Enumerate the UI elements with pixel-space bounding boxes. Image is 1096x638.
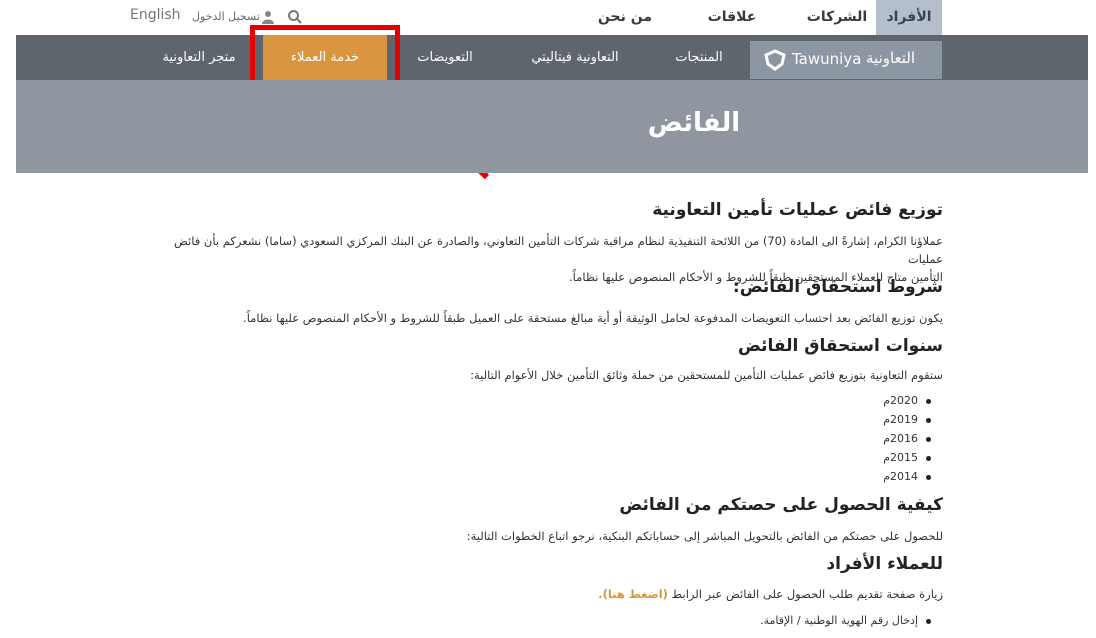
click-here-link[interactable]: (اضغط هنا). — [598, 587, 668, 601]
segment-companies[interactable]: الشركات — [806, 0, 868, 35]
list-item-year: 2020م — [883, 394, 931, 407]
nav-products[interactable]: المنتجات — [660, 35, 738, 80]
list-item-year: 2014م — [883, 470, 931, 483]
paragraph-request-link: زيارة صفحة تقديم طلب الحصول على الفائض ع… — [140, 585, 943, 603]
hero-banner: الفائض — [16, 80, 1088, 173]
list-item-year: 2016م — [883, 432, 931, 445]
heading-eligible-years: سنوات استحقاق الفائض — [737, 336, 943, 356]
paragraph-intro-line-1: عملاؤنا الكرام، إشارةً الى المادة (70) م… — [173, 234, 943, 266]
heading-individual-customers: للعملاء الأفراد — [826, 554, 943, 574]
login-link[interactable]: تسجيل الدخول — [192, 10, 260, 23]
segment-about-us[interactable]: من نحن — [592, 0, 658, 35]
nav-vitality[interactable]: التعاونية فيتاليتي — [517, 35, 633, 80]
list-item-year: 2015م — [883, 451, 931, 464]
segment-individuals[interactable]: الأفراد — [876, 0, 942, 35]
page-title: الفائض — [647, 108, 741, 138]
tawuniya-logo-icon — [764, 49, 786, 71]
top-bar: الأفراد الشركات علاقات المساهمين من نحن … — [0, 0, 1096, 60]
paragraph-eligibility: يكون توزيع الفائض بعد احتساب التعويضات ا… — [243, 311, 943, 325]
nav-store[interactable]: متجر التعاونية — [150, 35, 248, 80]
paragraph-how-to-claim: للحصول على حصتكم من الفائض بالتحويل المب… — [466, 529, 943, 543]
request-link-text: زيارة صفحة تقديم طلب الحصول على الفائض ع… — [671, 587, 943, 601]
heading-surplus-distribution: توزيع فائض عمليات تأمين التعاونية — [652, 200, 943, 220]
search-icon[interactable] — [287, 9, 303, 25]
segment-investor-relations[interactable]: علاقات المساهمين — [668, 0, 796, 60]
language-switch[interactable]: English — [130, 7, 181, 23]
logo[interactable]: Tawuniya التعاونية — [750, 41, 942, 79]
user-icon — [262, 11, 274, 24]
nav-claims[interactable]: التعويضات — [400, 35, 490, 80]
heading-eligibility-conditions: شروط استحقاق الفائض: — [732, 277, 943, 297]
list-item-year: 2019م — [883, 413, 931, 426]
logo-text-ar: التعاونية — [866, 49, 916, 67]
logo-text-en: Tawuniya — [792, 50, 862, 68]
list-item-step: إدخال رقم الهوية الوطنية / الإقامة. — [760, 614, 931, 627]
paragraph-years-intro: ستقوم التعاونية بتوزيع فائض عمليات التأم… — [470, 368, 943, 382]
heading-how-to-claim: كيفية الحصول على حصتكم من الفائض — [619, 495, 943, 515]
